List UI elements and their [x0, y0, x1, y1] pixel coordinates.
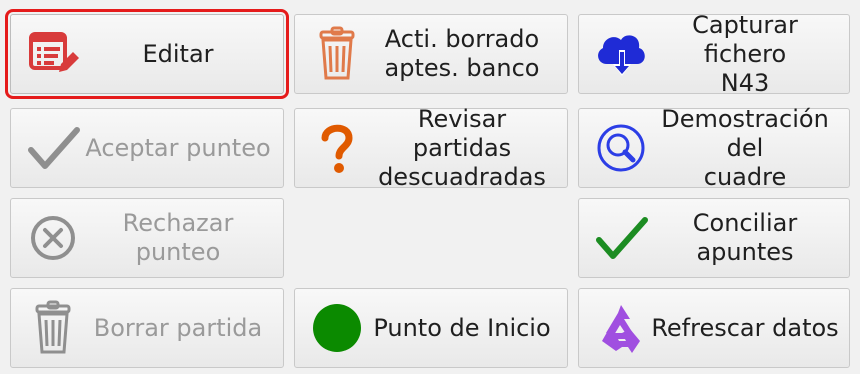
question-icon	[307, 118, 367, 178]
aceptar-punteo-label: Aceptar punteo	[85, 133, 271, 162]
cancel-circle-icon	[23, 208, 83, 268]
acti-borrado-label: Acti. borrado aptes. banco	[384, 25, 540, 82]
aceptar-punteo-button[interactable]: Aceptar punteo	[10, 108, 284, 188]
borrar-partida-label: Borrar partida	[93, 313, 263, 342]
rechazar-punteo-button[interactable]: Rechazar punteo	[10, 198, 284, 278]
revisar-partidas-label: Revisar partidas descuadradas	[378, 104, 546, 191]
demostracion-cuadre-button[interactable]: Demostración del cuadre	[578, 105, 850, 191]
green-circle-icon	[307, 298, 367, 358]
trash-icon	[307, 24, 367, 84]
conciliar-apuntes-button[interactable]: Conciliar apuntes	[578, 198, 850, 278]
check-icon	[591, 208, 651, 268]
editar-label: Editar	[142, 39, 214, 68]
empty-slot	[294, 198, 568, 278]
button-panel: Editar Acti. borrado aptes. banco Captur…	[0, 0, 860, 374]
conciliar-apuntes-label: Conciliar apuntes	[692, 209, 798, 266]
borrar-partida-button[interactable]: Borrar partida	[10, 288, 284, 368]
acti-borrado-button[interactable]: Acti. borrado aptes. banco	[294, 14, 568, 94]
refrescar-datos-label: Refrescar datos	[651, 313, 839, 342]
punto-inicio-button[interactable]: Punto de Inicio	[294, 288, 568, 368]
check-icon	[23, 118, 83, 178]
rechazar-punteo-label: Rechazar punteo	[122, 209, 234, 266]
capturar-fichero-button[interactable]: Capturar fichero N43	[578, 11, 850, 97]
cloud-download-icon	[591, 24, 651, 84]
demostracion-cuadre-label: Demostración del cuadre	[661, 104, 829, 191]
recycle-icon	[591, 298, 651, 358]
punto-inicio-label: Punto de Inicio	[373, 313, 551, 342]
trash-icon	[23, 298, 83, 358]
capturar-fichero-label: Capturar fichero N43	[692, 10, 798, 97]
refrescar-datos-button[interactable]: Refrescar datos	[578, 288, 850, 368]
magnifier-icon	[591, 118, 651, 178]
editar-button[interactable]: Editar	[5, 9, 289, 99]
edit-list-icon	[23, 24, 83, 84]
revisar-partidas-button[interactable]: Revisar partidas descuadradas	[294, 105, 568, 191]
